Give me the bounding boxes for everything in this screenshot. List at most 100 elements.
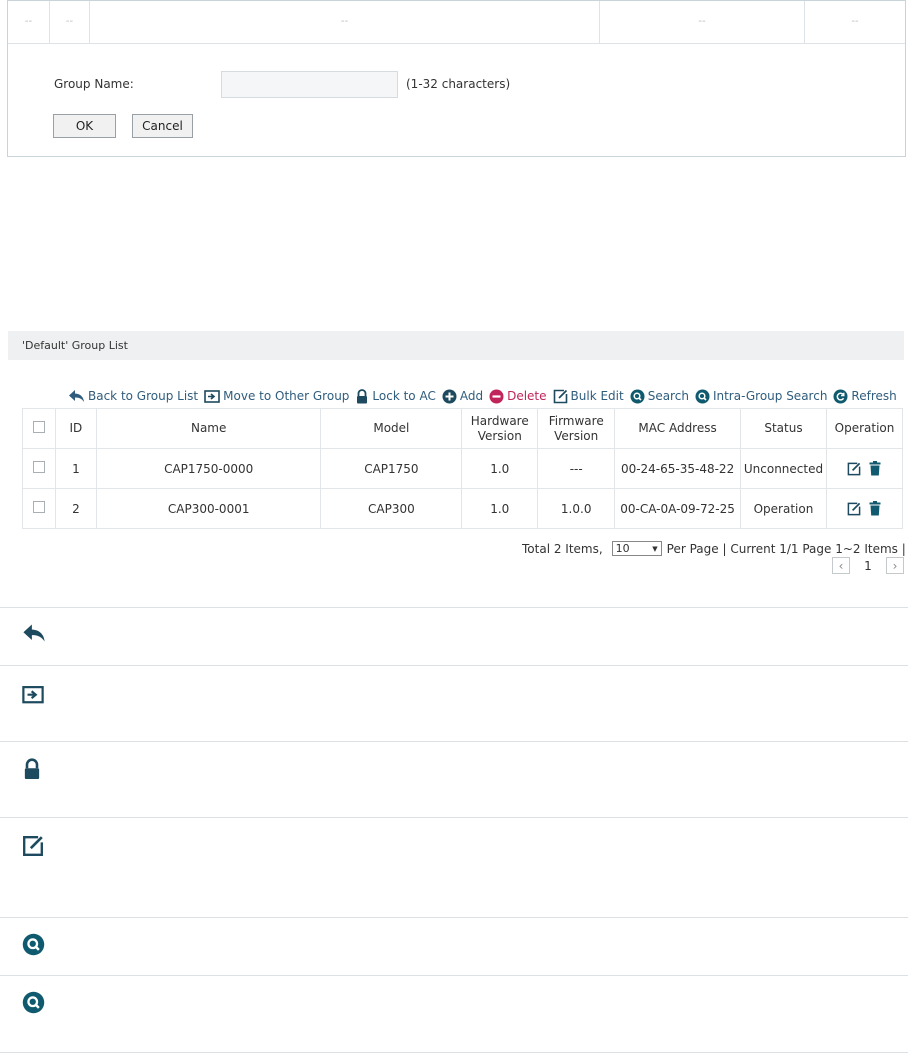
search-button[interactable]: Search xyxy=(630,389,689,404)
group-name-input[interactable] xyxy=(221,71,398,98)
column-header-model: Model xyxy=(320,408,463,449)
row-select-cell[interactable] xyxy=(22,448,56,489)
move-to-other-group-button[interactable]: Move to Other Group xyxy=(204,389,349,403)
pagination-info: Total 2 Items, 10 Per Page | Current 1/1… xyxy=(522,541,906,556)
legend-row-intra-search xyxy=(0,975,908,1053)
fw-line1: Firmware xyxy=(548,413,604,428)
select-all-cell[interactable] xyxy=(22,408,56,449)
ok-button[interactable]: OK xyxy=(53,114,116,138)
header-cell: -- xyxy=(851,16,859,27)
table-header-row: ID Name Model Hardware Version Firmware Ve… xyxy=(22,408,904,449)
lock-label: Lock to AC xyxy=(372,389,436,403)
cell-model: CAP300 xyxy=(320,488,463,529)
column-header-hardware-version: Hardware Version xyxy=(461,408,539,449)
hw-line1: Hardware xyxy=(470,413,529,428)
column-header-mac: MAC Address xyxy=(614,408,741,449)
intra-search-icon xyxy=(22,991,45,1014)
lock-icon xyxy=(357,388,368,403)
refresh-icon xyxy=(833,389,848,403)
trash-icon[interactable] xyxy=(869,461,881,476)
edit-icon[interactable] xyxy=(847,502,861,516)
bulk-edit-button[interactable]: Bulk Edit xyxy=(553,389,624,404)
add-group-form: -- -- -- -- -- Group Name: (1-32 charact… xyxy=(7,0,906,157)
row-checkbox[interactable] xyxy=(32,461,45,473)
legend-row-move xyxy=(0,665,908,742)
cell-name: CAP1750-0000 xyxy=(95,448,322,489)
chevron-left-icon: ‹ xyxy=(838,558,844,573)
back-to-group-list-button[interactable]: Back to Group List xyxy=(68,389,198,403)
add-icon xyxy=(442,389,457,403)
fw-line2: Version xyxy=(554,428,599,443)
delete-label: Delete xyxy=(507,389,547,403)
add-label: Add xyxy=(459,389,484,403)
cell-model: CAP1750 xyxy=(320,448,463,489)
lock-to-ac-button[interactable]: Lock to AC xyxy=(355,388,436,404)
delete-icon xyxy=(489,389,504,403)
lock-icon xyxy=(24,758,40,779)
group-name-label: Group Name: xyxy=(54,77,134,91)
search-icon xyxy=(22,933,45,956)
legend-row-lock xyxy=(0,741,908,818)
column-header-operation: Operation xyxy=(825,408,904,449)
cell-hw: 1.0 xyxy=(461,488,539,529)
total-items: Total 2 Items, xyxy=(522,541,603,556)
add-button[interactable]: Add xyxy=(442,389,483,404)
header-cell: -- xyxy=(90,1,600,43)
cell-fw: 1.0.0 xyxy=(537,488,616,529)
edit-icon[interactable] xyxy=(847,462,861,476)
row-select-cell[interactable] xyxy=(22,488,56,529)
move-icon xyxy=(22,686,44,704)
legend-row-edit xyxy=(0,817,908,918)
cell-operation xyxy=(825,488,904,529)
group-name-hint: (1-32 characters) xyxy=(406,77,511,91)
pagination-nav: ‹ 1 › xyxy=(832,557,904,574)
cell-mac: 00-CA-0A-09-72-25 xyxy=(614,488,741,529)
cancel-button[interactable]: Cancel xyxy=(132,114,193,138)
intra-search-label: Intra-Group Search xyxy=(712,389,828,403)
column-header-name: Name xyxy=(95,408,322,449)
edit-icon xyxy=(553,389,567,403)
back-icon xyxy=(69,390,84,402)
refresh-label: Refresh xyxy=(851,389,897,403)
legend-row-search xyxy=(0,917,908,976)
refresh-button[interactable]: Refresh xyxy=(833,389,897,404)
column-header-firmware-version: Firmware Version xyxy=(537,408,616,449)
group-list-toolbar: Back to Group List Move to Other Group L… xyxy=(68,386,903,406)
prev-page-button[interactable]: ‹ xyxy=(832,557,850,574)
edit-icon xyxy=(23,836,43,856)
per-page-label: Per Page | Current 1/1 Page 1~2 Items | xyxy=(666,541,906,556)
move-label: Move to Other Group xyxy=(223,389,350,403)
search-label: Search xyxy=(647,389,689,403)
per-page-select[interactable]: 10 xyxy=(611,541,662,556)
ap-table: ID Name Model Hardware Version Firmware Ve… xyxy=(22,408,904,529)
page-number[interactable]: 1 xyxy=(850,559,886,573)
intra-search-icon xyxy=(695,389,710,403)
table-row: 2 CAP300-0001 CAP300 1.0 1.0.0 00-CA-0A-… xyxy=(22,488,904,529)
intra-group-search-button[interactable]: Intra-Group Search xyxy=(695,389,827,404)
cell-operation xyxy=(825,448,904,489)
cell-name: CAP300-0001 xyxy=(95,488,322,529)
next-page-button[interactable]: › xyxy=(886,557,904,574)
header-cell: -- xyxy=(8,1,50,43)
back-icon xyxy=(23,624,45,642)
column-header-status: Status xyxy=(739,408,827,449)
group-list-title: 'Default' Group List xyxy=(8,331,904,360)
bulk-edit-label: Bulk Edit xyxy=(570,389,624,403)
legend-row-back xyxy=(0,607,908,666)
form-header-row: -- -- -- -- -- xyxy=(8,1,905,44)
table-row: 1 CAP1750-0000 CAP1750 1.0 --- 00-24-65-… xyxy=(22,448,904,489)
cell-id: 2 xyxy=(54,488,97,529)
select-all-checkbox[interactable] xyxy=(32,420,45,433)
chevron-right-icon: › xyxy=(892,558,898,573)
delete-button[interactable]: Delete xyxy=(489,389,547,404)
move-icon xyxy=(204,390,220,403)
cell-hw: 1.0 xyxy=(461,448,539,489)
header-cell: -- xyxy=(50,1,90,43)
cell-mac: 00-24-65-35-48-22 xyxy=(614,448,741,489)
hw-line2: Version xyxy=(477,428,522,443)
row-checkbox[interactable] xyxy=(32,501,45,513)
cell-status: Unconnected xyxy=(739,448,827,489)
back-label: Back to Group List xyxy=(88,389,199,403)
trash-icon[interactable] xyxy=(869,501,881,516)
search-icon xyxy=(630,389,645,403)
